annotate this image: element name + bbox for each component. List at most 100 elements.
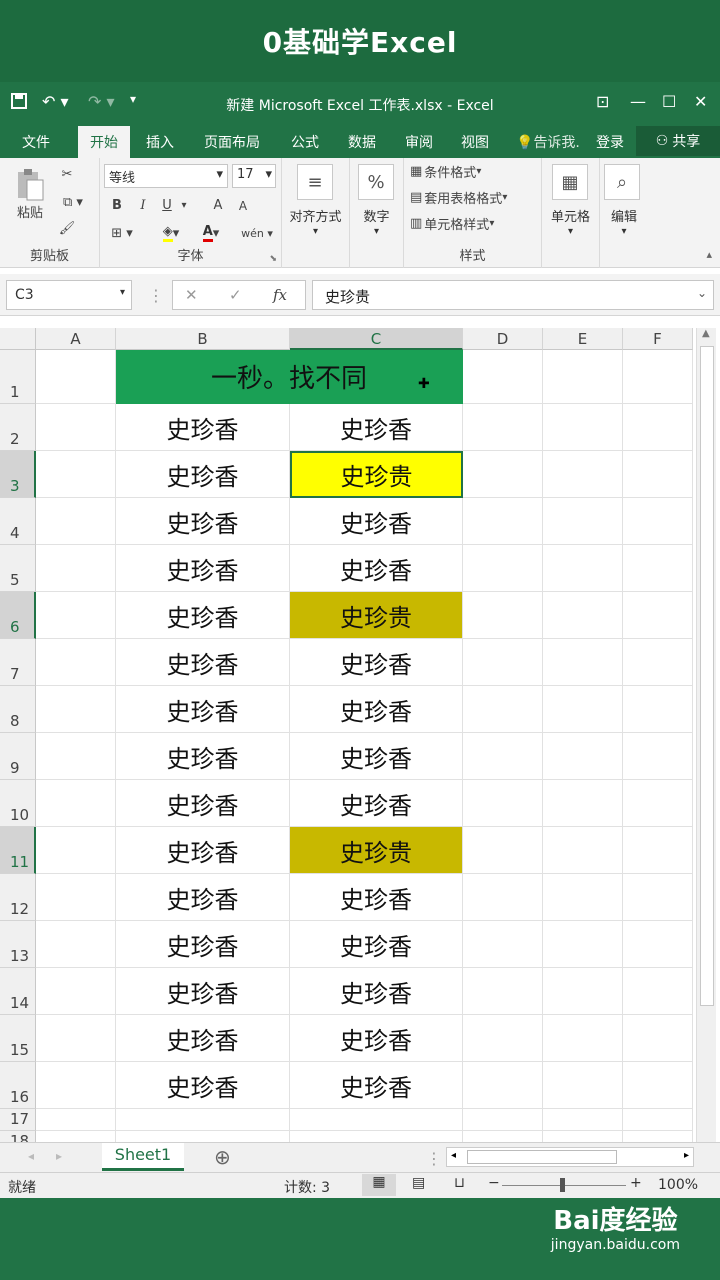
cell-b[interactable]: 史珍香 <box>116 1062 290 1109</box>
cell-c[interactable]: 史珍香 <box>290 686 463 733</box>
cell-c[interactable]: 史珍香 <box>290 968 463 1015</box>
cell[interactable] <box>463 1015 543 1062</box>
underline-button[interactable]: U <box>158 194 176 216</box>
cell[interactable] <box>36 350 116 404</box>
row-header[interactable]: 6 <box>0 592 36 639</box>
cell[interactable] <box>623 451 693 498</box>
cell[interactable] <box>463 1131 543 1142</box>
cell[interactable] <box>623 498 693 545</box>
cell[interactable] <box>463 498 543 545</box>
cell[interactable] <box>290 1131 463 1142</box>
highlighted-cell-c[interactable]: 史珍贵 <box>290 451 463 498</box>
copy-icon[interactable]: ⧉ ▾ <box>56 192 90 212</box>
worksheet-grid[interactable]: A B C D E F 1 一秒。找不同 ✚ 2 史珍香 史珍香 3 史珍香 史珍贵 4 史珍香 史珍香 5 史珍香史… <box>0 328 694 1142</box>
cancel-icon[interactable]: ✕ <box>185 286 198 304</box>
cell[interactable] <box>36 592 116 639</box>
merged-title-cell[interactable]: 一秒。找不同 <box>116 350 463 404</box>
cell[interactable] <box>543 1109 623 1131</box>
tab-splitter-icon[interactable]: ⋮ <box>426 1149 442 1168</box>
tab-page-layout[interactable]: 页面布局 <box>204 132 260 152</box>
column-header-d[interactable]: D <box>463 328 543 350</box>
row-header[interactable]: 15 <box>0 1015 36 1062</box>
cell[interactable] <box>623 1131 693 1142</box>
underline-dropdown-icon[interactable]: ▾ <box>178 194 190 216</box>
cell[interactable] <box>623 921 693 968</box>
scroll-left-icon[interactable]: ◂ <box>451 1150 456 1161</box>
cell[interactable] <box>463 545 543 592</box>
cell[interactable] <box>543 733 623 780</box>
format-painter-icon[interactable]: 🖌 <box>56 218 78 238</box>
cell-c[interactable]: 史珍香 <box>290 921 463 968</box>
cell[interactable] <box>116 1109 290 1131</box>
tab-data[interactable]: 数据 <box>348 132 376 152</box>
cell[interactable] <box>36 827 116 874</box>
cell-b[interactable]: 史珍香 <box>116 780 290 827</box>
new-sheet-icon[interactable]: ⊕ <box>214 1145 231 1169</box>
cell[interactable] <box>463 451 543 498</box>
row-header[interactable]: 10 <box>0 780 36 827</box>
tab-file[interactable]: 文件 <box>22 132 50 152</box>
enter-icon[interactable]: ✓ <box>229 286 242 304</box>
cell[interactable] <box>36 639 116 686</box>
cell[interactable] <box>463 921 543 968</box>
cell[interactable] <box>290 1109 463 1131</box>
row-header[interactable]: 1 <box>0 350 36 404</box>
row-header[interactable]: 12 <box>0 874 36 921</box>
cell[interactable] <box>463 686 543 733</box>
cell[interactable] <box>543 350 623 404</box>
shrink-font-button[interactable]: A <box>234 196 252 216</box>
next-sheet-icon[interactable]: ▸ <box>56 1149 62 1163</box>
ribbon-display-icon[interactable]: ⊡ <box>596 92 609 111</box>
cell-b[interactable]: 史珍香 <box>116 733 290 780</box>
cell[interactable] <box>116 1131 290 1142</box>
cell[interactable] <box>463 639 543 686</box>
normal-view-icon[interactable]: ▦ <box>362 1174 396 1196</box>
cell[interactable] <box>463 733 543 780</box>
row-header[interactable]: 13 <box>0 921 36 968</box>
cell-c[interactable]: 史珍香 <box>290 498 463 545</box>
cell[interactable] <box>543 545 623 592</box>
cell-b[interactable]: 史珍香 <box>116 1015 290 1062</box>
collapse-ribbon-icon[interactable]: ▴ <box>706 248 712 261</box>
column-header-f[interactable]: F <box>623 328 693 350</box>
row-header[interactable]: 9 <box>0 733 36 780</box>
cell-c[interactable]: 史珍香 <box>290 1015 463 1062</box>
editing-group[interactable]: ⌕ 编辑 ▾ <box>600 158 648 268</box>
cell[interactable] <box>543 592 623 639</box>
cell-b[interactable]: 史珍香 <box>116 404 290 451</box>
cell-c[interactable]: 史珍香 <box>290 1062 463 1109</box>
cell[interactable] <box>36 733 116 780</box>
cells-group[interactable]: ▦ 单元格 ▾ <box>542 158 600 268</box>
horizontal-scrollbar[interactable]: ◂ ▸ <box>446 1147 694 1167</box>
cell[interactable] <box>463 1062 543 1109</box>
cell[interactable] <box>623 733 693 780</box>
column-header-e[interactable]: E <box>543 328 623 350</box>
zoom-slider[interactable] <box>502 1178 626 1192</box>
fill-color-icon[interactable]: ◈ ▾ <box>154 222 188 244</box>
login-link[interactable]: 登录 <box>596 132 624 152</box>
cell[interactable] <box>36 874 116 921</box>
row-header[interactable]: 17 <box>0 1109 36 1131</box>
cell-styles-button[interactable]: ▥ 单元格样式 ▾ <box>410 214 494 233</box>
borders-icon[interactable]: ⊞ ▾ <box>106 222 138 244</box>
cell[interactable] <box>36 1062 116 1109</box>
expand-formula-icon[interactable]: ⌄ <box>697 286 707 300</box>
cell[interactable] <box>623 686 693 733</box>
minimize-icon[interactable]: — <box>630 92 646 111</box>
cell-b[interactable]: 史珍香 <box>116 498 290 545</box>
cell[interactable] <box>36 451 116 498</box>
cell-c[interactable]: 史珍香 <box>290 639 463 686</box>
highlighted-cell-c[interactable]: 史珍贵 <box>290 592 463 639</box>
cell[interactable] <box>463 968 543 1015</box>
grow-font-button[interactable]: A <box>208 194 228 216</box>
bold-button[interactable]: B <box>108 194 126 216</box>
italic-button[interactable]: I <box>134 194 152 216</box>
number-group[interactable]: % 数字 ▾ <box>350 158 404 268</box>
highlighted-cell-c[interactable]: 史珍贵 <box>290 827 463 874</box>
alignment-group[interactable]: ≡ 对齐方式 ▾ <box>282 158 350 268</box>
vertical-scroll-thumb[interactable] <box>700 346 714 1006</box>
cell-c[interactable]: 史珍香 <box>290 874 463 921</box>
cell-b[interactable]: 史珍香 <box>116 827 290 874</box>
row-header[interactable]: 4 <box>0 498 36 545</box>
zoom-in-icon[interactable]: + <box>630 1175 642 1191</box>
